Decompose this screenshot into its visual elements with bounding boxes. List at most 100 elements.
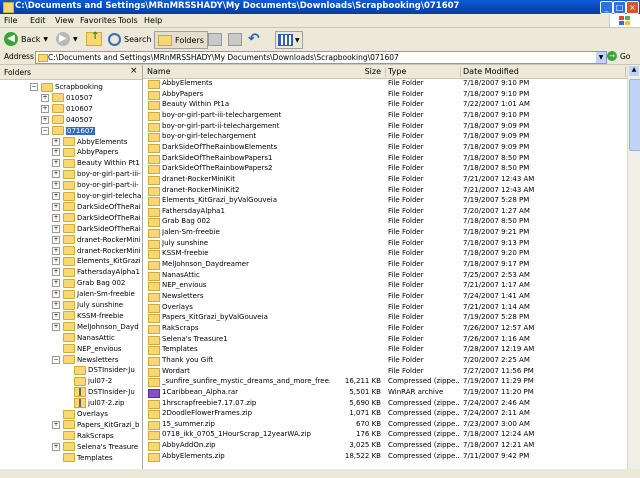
maximize-button[interactable]: □ (613, 1, 626, 14)
tree-item[interactable]: Overlays (52, 409, 108, 419)
list-item[interactable]: 1Caribbean_Alpha.rar 5,501 KB WinRAR archi… (143, 388, 627, 399)
expand-icon[interactable]: + (52, 301, 60, 309)
menu-edit[interactable]: Edit (30, 16, 46, 25)
tree-item[interactable]: + boy-or-girl-telecha (52, 191, 141, 201)
minimize-button[interactable]: _ (600, 1, 613, 14)
expand-icon[interactable]: + (52, 290, 60, 299)
expand-icon[interactable]: + (52, 257, 60, 266)
tree-item[interactable]: RakScraps (52, 431, 114, 441)
tree-item[interactable]: + Grab Bag 002 (52, 278, 125, 288)
tree-item[interactable]: + DarkSideOfTheRai (52, 224, 141, 234)
expand-icon[interactable]: + (52, 202, 60, 211)
undo-button[interactable]: ↶ (248, 31, 260, 47)
tree-item[interactable]: DSTInsider-Ju (63, 365, 135, 375)
expand-icon[interactable]: + (52, 420, 60, 429)
expand-icon[interactable]: + (52, 442, 60, 451)
close-icon[interactable]: × (130, 66, 138, 76)
tree-item[interactable]: + MelJohnson_Dayd (52, 322, 139, 332)
expand-icon[interactable]: + (41, 93, 49, 102)
tree-item[interactable]: + boy-or-girl-part-ii- (52, 180, 139, 190)
expand-icon[interactable]: + (41, 115, 49, 124)
copy-to-button[interactable] (228, 31, 242, 47)
list-item[interactable]: NEP_envious File Folder 7/21/2007 1:17 AM (143, 281, 627, 292)
list-item[interactable]: KSSM-freebie File Folder 7/18/2007 9:20 PM (143, 249, 627, 260)
list-item[interactable]: July sunshine File Folder 7/18/2007 9:13 P… (143, 239, 627, 250)
list-item[interactable]: FathersdayAlpha1 File Folder 7/20/2007 1:2… (143, 207, 627, 218)
collapse-icon[interactable]: − (52, 355, 60, 364)
close-button[interactable]: × (626, 1, 639, 14)
tree-item[interactable]: NEP_envious (52, 344, 122, 354)
list-item[interactable]: Newsletters File Folder 7/24/2007 1:41 AM (143, 292, 627, 303)
tree-item[interactable]: DSTInsider-Ju (63, 387, 135, 398)
list-item[interactable]: Elements_KitGrazi_byValGouveia File Folde… (143, 196, 627, 207)
list-item[interactable]: Wordart File Folder 7/27/2007 11:56 PM (143, 367, 627, 378)
list-item[interactable]: 2DoodleFlowerFrames.zip 1,071 KB Compresse… (143, 409, 627, 420)
collapse-icon[interactable]: − (41, 126, 49, 135)
expand-icon[interactable]: + (52, 213, 60, 222)
menu-favorites[interactable]: Favorites (80, 16, 116, 25)
folders-button[interactable]: Folders (154, 31, 208, 49)
expand-icon[interactable]: + (52, 246, 60, 255)
tree-item[interactable]: +010507 (41, 93, 93, 103)
tree-item[interactable]: jul07-2.zip (63, 398, 125, 409)
tree-item[interactable]: + dranet-RockerMini (52, 235, 141, 245)
expand-icon[interactable]: + (52, 137, 60, 146)
list-item[interactable]: boy-or-girl-telechargement File Folder 7/1… (143, 132, 627, 143)
list-item[interactable]: MelJohnson_Daydreamer File Folder 7/18/200… (143, 260, 627, 271)
list-item[interactable]: Jalen-Sm-freebie File Folder 7/18/2007 9:2… (143, 228, 627, 239)
forward-button[interactable]: ▶ ▼ (56, 31, 78, 47)
menu-view[interactable]: View (55, 16, 74, 25)
tree-item[interactable]: + AbbyPapers (52, 147, 118, 157)
menu-tools[interactable]: Tools (118, 16, 138, 25)
tree-item[interactable]: − Newsletters (52, 355, 119, 365)
views-button[interactable]: ▼ (275, 31, 303, 49)
search-button[interactable]: Search (108, 31, 151, 47)
chevron-down-icon[interactable]: ▼ (596, 52, 606, 63)
list-item[interactable]: Thank you Gift File Folder 7/20/2007 2:25 … (143, 356, 627, 367)
collapse-icon[interactable]: − (30, 83, 38, 91)
tree-item[interactable]: + AbbyElements (52, 137, 127, 147)
tree-item[interactable]: + KSSM-freebie (52, 311, 124, 321)
move-to-button[interactable] (208, 31, 222, 47)
list-item[interactable]: dranet-RockerMiniKit2 File Folder 7/21/200… (143, 186, 627, 197)
back-button[interactable]: ◀ Back ▼ (4, 31, 48, 47)
tree-item[interactable]: + Elements_KitGrazi (52, 256, 141, 266)
menu-help[interactable]: Help (144, 16, 162, 25)
expand-icon[interactable]: + (52, 311, 60, 320)
expand-icon[interactable]: + (52, 148, 60, 157)
list-item[interactable]: Selena's Treasure1 File Folder 7/26/2007 1… (143, 335, 627, 346)
expand-icon[interactable]: + (52, 322, 60, 331)
list-item[interactable]: AbbyElements File Folder 7/18/2007 9:10 PM (143, 79, 627, 90)
tree-item[interactable]: − Scrapbooking (30, 82, 103, 92)
tree-item[interactable]: + DarkSideOfTheRai (52, 213, 141, 223)
tree-item[interactable]: + DarkSideOfTheRai (52, 202, 141, 212)
tree-item[interactable]: Templates (52, 453, 113, 463)
scroll-thumb[interactable] (629, 79, 640, 151)
tree-item[interactable]: + FathersdayAlpha1 (52, 267, 140, 277)
list-item[interactable]: Grab Bag 002 File Folder 7/18/2007 8:50 PM (143, 217, 627, 228)
list-item[interactable]: Templates File Folder 7/28/2007 12:19 AM (143, 345, 627, 356)
tree-item[interactable]: +040507 (41, 115, 93, 125)
list-item[interactable]: boy-or-girl-part-ii-telechargement File F… (143, 122, 627, 133)
address-input[interactable]: C:\Documents and Settings\MRnMRSSHADY\My… (35, 51, 607, 64)
expand-icon[interactable]: + (52, 170, 60, 179)
tree-item[interactable]: +010607 (41, 104, 93, 114)
list-item[interactable]: RakScraps File Folder 7/26/2007 12:57 AM (143, 324, 627, 335)
expand-icon[interactable]: + (52, 224, 60, 233)
tree-item[interactable]: + dranet-RockerMini (52, 246, 141, 256)
list-item[interactable]: dranet-RockerMiniKit File Folder 7/21/2007… (143, 175, 627, 186)
column-header-date[interactable]: Date Modified (461, 67, 623, 77)
list-item[interactable]: DarkSideOfTheRainbowElements File Folder 7… (143, 143, 627, 154)
tree-item[interactable]: + Jalen-Sm-freebie (52, 289, 135, 299)
list-item[interactable]: AbbyAddOn.zip 3,025 KB Compressed (zippe..… (143, 441, 627, 452)
expand-icon[interactable]: + (52, 268, 60, 277)
list-item[interactable]: DarkSideOfTheRainbowPapers2 File Folder 7/… (143, 164, 627, 175)
tree-item[interactable]: + July sunshine (52, 300, 123, 310)
list-item[interactable]: 0718_ikk_0705_1HourScrap_12yearWA.zip 176… (143, 430, 627, 441)
expand-icon[interactable]: + (52, 235, 60, 244)
tree-item[interactable]: + Selena's Treasure (52, 442, 138, 452)
tree-item[interactable]: + boy-or-girl-part-iii- (52, 169, 141, 179)
column-header-type[interactable]: Type (386, 67, 461, 77)
expand-icon[interactable]: + (52, 181, 60, 190)
list-item[interactable]: Overlays File Folder 7/21/2007 1:14 AM (143, 303, 627, 314)
